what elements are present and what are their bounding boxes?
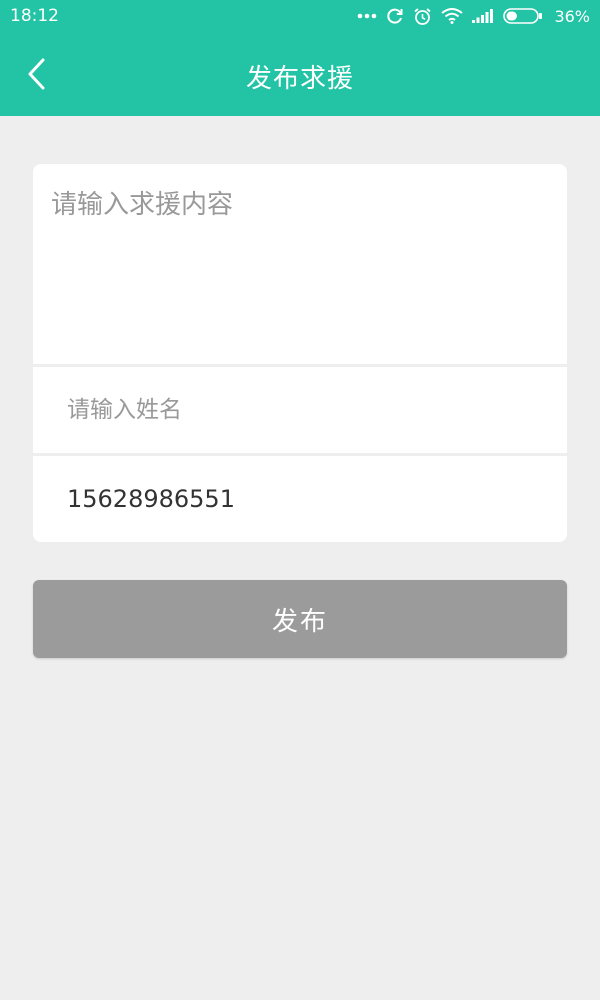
more-dots-icon <box>357 12 377 20</box>
status-bar: 18:12 36% <box>0 0 600 32</box>
app-bar: 发布求援 <box>0 32 600 116</box>
help-request-form <box>33 164 567 542</box>
name-input[interactable] <box>33 367 567 453</box>
page-title: 发布求援 <box>245 64 354 94</box>
signal-icon <box>472 9 494 23</box>
sync-icon <box>386 7 404 25</box>
battery-icon <box>503 8 543 24</box>
status-icons: 36% <box>357 4 590 28</box>
wifi-icon <box>441 8 464 24</box>
publish-button[interactable]: 发布 <box>33 580 567 658</box>
alarm-icon <box>413 7 432 26</box>
battery-percent: 36% <box>554 6 590 26</box>
help-content-input[interactable] <box>33 164 567 364</box>
status-time: 18:12 <box>10 6 59 26</box>
phone-input[interactable] <box>33 456 567 542</box>
